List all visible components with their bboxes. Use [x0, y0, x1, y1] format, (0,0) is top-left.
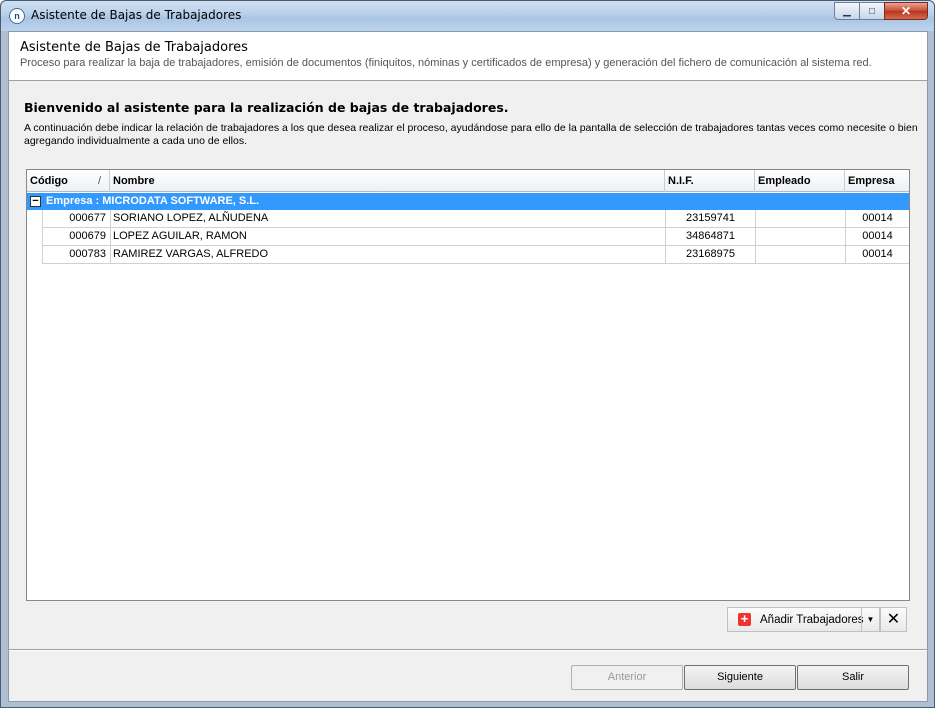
column-header-empleado[interactable]: Empleado [755, 170, 845, 192]
app-window: n Asistente de Bajas de Trabajadores ▁ □… [0, 0, 935, 708]
window-title: Asistente de Bajas de Trabajadores [31, 8, 242, 22]
grid-header: Código / Nombre N.I.F. Empleado Empresa [27, 170, 909, 192]
app-icon: n [9, 8, 25, 24]
page-subtitle: Proceso para realizar la baja de trabaja… [20, 57, 872, 69]
cell-nif: 23159741 [665, 210, 755, 228]
close-icon: ✕ [886, 611, 901, 628]
close-button[interactable]: ✕ [884, 2, 928, 20]
group-indent [27, 210, 43, 264]
wizard-header: Asistente de Bajas de Trabajadores Proce… [9, 32, 927, 81]
column-header-empresa[interactable]: Empresa [845, 170, 909, 192]
minimize-button[interactable]: ▁ [834, 2, 860, 20]
group-label: Empresa : MICRODATA SOFTWARE, S.L. [46, 195, 260, 207]
page-title: Asistente de Bajas de Trabajadores [20, 40, 248, 55]
add-workers-button[interactable]: + Añadir Trabajadores ▼ [727, 607, 880, 632]
title-bar[interactable]: n Asistente de Bajas de Trabajadores ▁ □… [1, 1, 934, 31]
intro-text: A continuación debe indicar la relación … [24, 122, 918, 147]
group-row-empresa[interactable]: − Empresa : MICRODATA SOFTWARE, S.L. [27, 193, 909, 210]
column-header-nif[interactable]: N.I.F. [665, 170, 755, 192]
column-header-nombre[interactable]: Nombre [110, 170, 665, 192]
cell-empresa: 00014 [845, 246, 909, 264]
remove-worker-button[interactable]: ✕ [880, 607, 907, 632]
sort-indicator-icon: / [97, 175, 101, 187]
welcome-heading: Bienvenido al asistente para la realizac… [24, 100, 509, 115]
collapse-icon[interactable]: − [30, 196, 41, 207]
column-label: Código [30, 175, 68, 187]
table-row[interactable]: 000679 LOPEZ AGUILAR, RAMON 34864871 000… [43, 228, 909, 246]
table-row[interactable]: 000677 SORIANO LOPEZ, ALÑUDENA 23159741 … [43, 210, 909, 228]
window-controls: ▁ □ ✕ [834, 2, 928, 20]
back-button[interactable]: Anterior [571, 665, 683, 690]
exit-button[interactable]: Salir [797, 665, 909, 690]
cell-codigo: 000679 [69, 230, 106, 242]
chevron-down-icon[interactable]: ▼ [861, 608, 879, 631]
cell-empleado [755, 210, 845, 228]
cell-nombre: SORIANO LOPEZ, ALÑUDENA [110, 210, 665, 228]
cell-nif: 23168975 [665, 246, 755, 264]
wizard-body: Asistente de Bajas de Trabajadores Proce… [8, 31, 928, 702]
add-icon: + [738, 612, 751, 626]
cell-empresa: 00014 [845, 210, 909, 228]
column-header-codigo[interactable]: Código / [27, 170, 110, 192]
cell-codigo: 000783 [69, 248, 106, 260]
footer-divider [9, 649, 927, 651]
cell-empleado [755, 246, 845, 264]
cell-empresa: 00014 [845, 228, 909, 246]
workers-grid[interactable]: Código / Nombre N.I.F. Empleado Empresa … [26, 169, 910, 601]
cell-nif: 34864871 [665, 228, 755, 246]
add-workers-label: Añadir Trabajadores [760, 613, 864, 626]
cell-empleado [755, 228, 845, 246]
cell-nombre: RAMIREZ VARGAS, ALFREDO [110, 246, 665, 264]
cell-nombre: LOPEZ AGUILAR, RAMON [110, 228, 665, 246]
next-button[interactable]: Siguiente [684, 665, 796, 690]
cell-codigo: 000677 [69, 212, 106, 224]
maximize-button[interactable]: □ [859, 2, 885, 20]
table-row[interactable]: 000783 RAMIREZ VARGAS, ALFREDO 23168975 … [43, 246, 909, 264]
